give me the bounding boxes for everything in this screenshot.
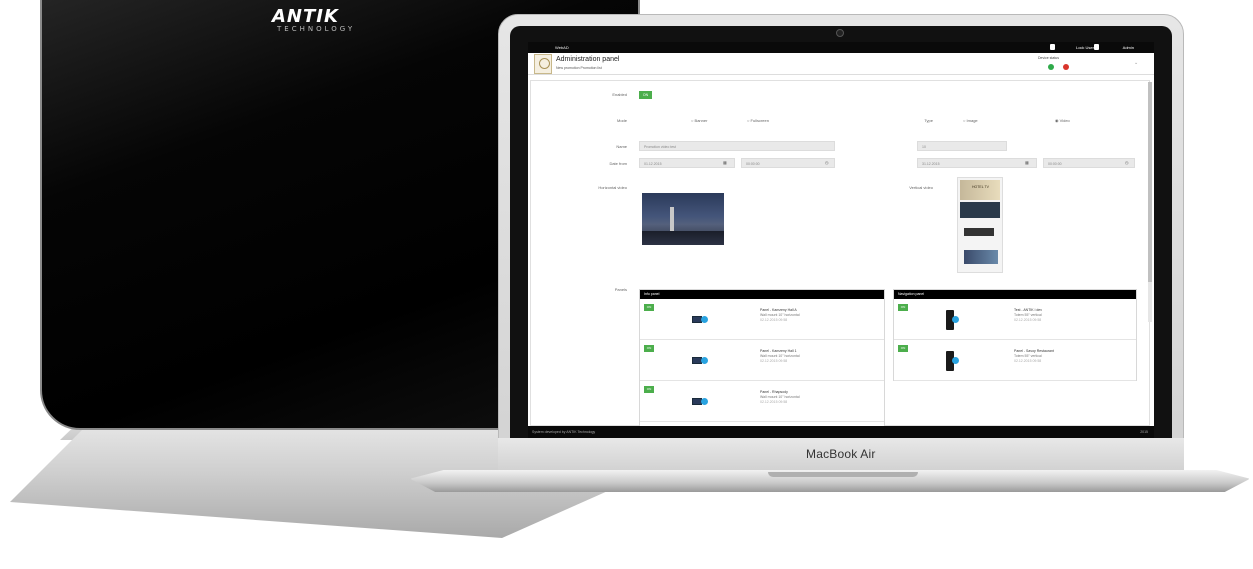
vertical-video-label: Vertical video [909,185,933,190]
camera-icon [836,29,844,37]
top-bar: WebAD Lock User Admin [528,42,1154,53]
calendar-icon[interactable]: ▦ [723,160,727,165]
page-header: Administration panel New promotion Promo… [528,53,1154,75]
vertical-video-frame-hotel [960,180,1000,200]
scrollbar[interactable] [1148,82,1152,322]
info-panel-title: Info panel [640,290,884,299]
enabled-label: Enabled [612,92,627,97]
app-name: WebAD [555,45,569,50]
panel-toggle[interactable]: ON [644,386,654,393]
name-input[interactable]: Promotion video test [639,141,835,151]
list-item[interactable]: ON Test - ANTIK i dev Totem 55" vertical… [894,300,1136,340]
monitor-brand-sub: TECHNOLOGY [277,25,356,33]
time-to-input[interactable]: 00:00:00 [1043,158,1135,168]
product-scene: ANTIK TECHNOLOGY MacBook Air WebAD Lock … [0,0,1253,569]
calendar-icon[interactable]: ▦ [1025,160,1029,165]
promotion-form: Enabled ON Mode ○ Banner ○ Fullscreen Ty… [530,80,1150,429]
panel-details: Panel - Kamzeny Hall A Wall mount 10" ho… [760,308,800,323]
vertical-video-frame-device [964,228,994,236]
panel-details: Panel - Kamzeny Hall 1 Wall mount 10" ho… [760,349,800,364]
footer: System developed by ANTIK Technology 201… [528,426,1154,438]
date-from-input[interactable]: 01.12.2015 [639,158,735,168]
mode-label: Mode [616,118,627,123]
vertical-video-caption: HOTEL TV [972,185,989,189]
device-status-label: Device status [1038,56,1060,60]
list-item[interactable]: ON Panel - Rhapsody Wall mount 10" horiz… [640,382,884,422]
panel-timestamp: 02.12.2015 09:58 [760,318,788,322]
horizontal-video-thumbnail[interactable] [642,193,724,245]
horizontal-video-label: Horizontal video [598,185,627,190]
panel-toggle[interactable]: ON [898,345,908,352]
admin-menu[interactable]: Admin [1123,45,1134,50]
type-video-text: Video [1059,118,1070,123]
lock-user-button[interactable]: Lock User [1076,45,1094,50]
play-badge-icon [701,316,708,323]
clock-icon[interactable]: ◷ [1125,160,1129,165]
monitor-brand-logo: ANTIK [272,6,339,27]
type-image-radio[interactable]: ○ Image [963,118,978,123]
type-label: Type [924,118,933,123]
list-item[interactable]: ON Panel - Kamzeny Hall 1 Wall mount 10"… [640,341,884,381]
status-error-icon [1063,64,1069,70]
user-icon [1094,44,1099,50]
list-item[interactable]: ON Panel - Savoy Restaurant Totem 55" ve… [894,341,1136,381]
lock-icon [1050,44,1055,50]
navigation-panel: Navigation panel ON Test - ANTIK i dev T… [893,289,1137,381]
info-panel: Info panel ON Panel - Kamzeny Hall A Wal… [639,289,885,429]
panel-details: Test - ANTIK i dev Totem 55" vertical 02… [1014,308,1042,323]
play-badge-icon [952,357,959,364]
date-to-input[interactable]: 31.12.2015 [917,158,1037,168]
laptop-brand-label: MacBook Air [806,447,876,461]
panel-toggle[interactable]: ON [644,345,654,352]
panel-timestamp: 02.12.2015 09:58 [1014,318,1042,322]
mode-banner-radio[interactable]: ○ Banner [691,118,707,123]
mode-banner-text: Banner [694,118,708,123]
date-from-label: Date from [609,161,627,166]
status-ok-icon [1048,64,1054,70]
play-badge-icon [952,316,959,323]
name-label: Name [616,144,627,149]
panels-label: Panels [614,287,627,292]
mode-fullscreen-text: Fullscreen [750,118,769,123]
time-from-input[interactable]: 00:00:00 [741,158,835,168]
type-video-radio[interactable]: ◉ Video [1055,118,1070,123]
panel-timestamp: 02.12.2015 09:58 [760,400,788,404]
vertical-video-frame-remote [964,250,998,264]
navigation-panel-title: Navigation panel [894,290,1136,299]
play-badge-icon [701,398,708,405]
laptop-notch [768,472,918,477]
footer-credit: System developed by ANTIK Technology [532,430,596,434]
enabled-toggle[interactable]: ON [639,91,652,99]
list-item[interactable]: ON Panel - Kamzeny Hall A Wall mount 10"… [640,300,884,340]
type-image-text: Image [966,118,978,123]
mode-fullscreen-radio[interactable]: ○ Fullscreen [747,118,769,123]
delay-input[interactable]: 10 [917,141,1007,151]
panel-toggle[interactable]: ON [644,304,654,311]
panel-details: Panel - Rhapsody Wall mount 10" horizont… [760,390,800,405]
panel-timestamp: 02.12.2015 09:58 [1014,359,1042,363]
panel-details: Panel - Savoy Restaurant Totem 55" verti… [1014,349,1054,364]
panel-toggle[interactable]: ON [898,304,908,311]
laptop-screen: WebAD Lock User Admin Administration pan… [528,42,1154,438]
vertical-video-thumbnail[interactable]: HOTEL TV [957,177,1003,273]
clock-icon[interactable]: ◷ [825,160,829,165]
vertical-video-frame-screen [960,202,1000,218]
app-logo [534,54,552,74]
chevron-down-icon[interactable]: ⌄ [1134,60,1138,66]
header-links[interactable]: New promotion Promotion list [556,66,602,70]
panel-timestamp: 02.12.2015 09:58 [760,359,788,363]
play-badge-icon [701,357,708,364]
footer-year: 2015 [1140,430,1148,434]
page-title: Administration panel [556,56,620,63]
